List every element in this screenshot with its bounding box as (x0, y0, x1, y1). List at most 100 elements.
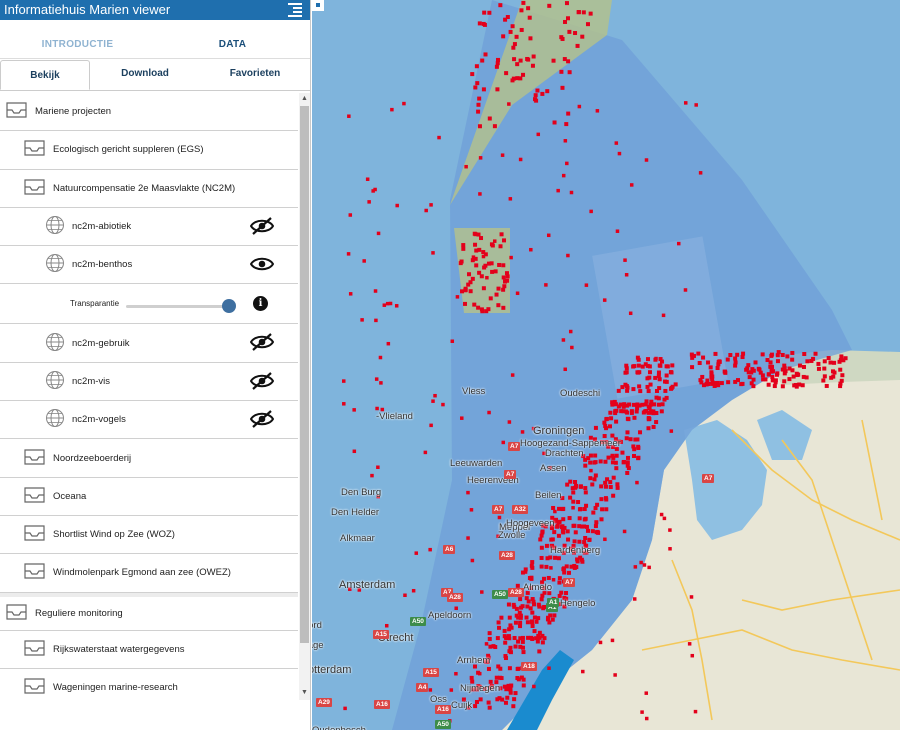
data-point (477, 21, 482, 26)
main-tabs: INTRODUCTIE DATA (0, 20, 310, 59)
data-point (747, 375, 752, 380)
map-place-label: Cuijk (451, 700, 473, 711)
data-point (581, 524, 586, 529)
layer-item[interactable]: nc2m-vogels (0, 401, 298, 440)
map-place-label: Oudeschi (560, 388, 601, 399)
folder-item[interactable]: Ecologisch gericht suppleren (EGS) (0, 131, 298, 170)
data-point (529, 247, 533, 252)
map-view[interactable]: Leeuwarden Groningen Hoogezand-Sappemeer As… (312, 0, 900, 730)
data-point (694, 103, 698, 107)
data-point (637, 384, 642, 389)
data-point (585, 22, 590, 27)
data-point (550, 617, 555, 622)
data-point (564, 1, 569, 6)
map-canvas[interactable] (312, 0, 900, 730)
data-point (552, 530, 557, 535)
scroll-up-icon[interactable]: ▲ (301, 95, 308, 103)
data-point (579, 557, 584, 562)
layer-label: Shortlist Wind op Zee (WOZ) (53, 529, 175, 541)
data-point (599, 517, 604, 522)
layer-item[interactable]: nc2m-benthos (0, 246, 298, 285)
folder-item[interactable]: Rijkswaterstaat watergegevens (0, 630, 298, 670)
transparency-slider-handle[interactable] (221, 299, 236, 314)
tab-introductie[interactable]: INTRODUCTIE (0, 20, 155, 58)
folder-item[interactable]: Windmolenpark Egmond aan zee (OWEZ) (0, 554, 298, 593)
data-point (513, 691, 518, 696)
folder-item[interactable]: Noordzeeboerderij (0, 439, 298, 478)
map-place-label: Groningen (533, 425, 585, 437)
data-point (669, 429, 674, 433)
road-shield: A29 (316, 698, 332, 707)
data-point (766, 382, 771, 387)
panel-collapse-icon[interactable] (288, 3, 302, 17)
scroll-thumb[interactable] (300, 106, 309, 643)
data-point (513, 620, 518, 625)
transparency-slider-track[interactable] (126, 305, 234, 309)
data-point (612, 399, 617, 404)
layer-tree-scrollbar[interactable]: ▲ ▼ (299, 93, 310, 700)
eye-off-icon[interactable] (249, 371, 275, 390)
data-point (828, 360, 833, 365)
data-point (651, 424, 656, 429)
data-point (564, 122, 569, 127)
layer-label: nc2m-abiotiek (72, 221, 132, 233)
folder-item[interactable]: Shortlist Wind op Zee (WOZ) (0, 515, 298, 555)
data-point (653, 375, 658, 380)
scroll-down-icon[interactable]: ▼ (301, 689, 308, 697)
eye-off-icon[interactable] (249, 217, 275, 235)
folder-item[interactable]: Oceana (0, 477, 298, 516)
map-place-label: Den Helder (331, 507, 380, 518)
map-panel-toggle[interactable] (312, 0, 324, 11)
data-point (502, 634, 507, 639)
eye-off-icon[interactable] (249, 333, 275, 352)
folder-item[interactable]: Mariene projecten (0, 93, 298, 132)
data-point (500, 153, 505, 157)
map-place-label: Amsterdam (339, 579, 396, 591)
data-point (572, 539, 577, 544)
folder-item[interactable]: Natuurcompensatie 2e Maasvlakte (NC2M) (0, 169, 298, 208)
data-point (631, 387, 636, 392)
data-point (496, 286, 501, 291)
data-point (638, 430, 643, 435)
data-point (492, 239, 497, 243)
info-icon[interactable]: i (253, 296, 268, 312)
data-point (512, 42, 517, 47)
data-point (474, 699, 479, 704)
layer-item[interactable]: nc2m-gebruik (0, 324, 298, 363)
data-point (566, 59, 571, 64)
tab-favorieten[interactable]: Favorieten (200, 59, 310, 90)
map-place-label: Nijmegen (460, 683, 501, 694)
data-point (657, 386, 662, 391)
data-point (497, 625, 502, 630)
data-point (616, 388, 621, 393)
data-point (577, 507, 582, 512)
data-point (517, 610, 522, 615)
data-point (503, 654, 508, 659)
folder-item[interactable]: Reguliere monitoring (0, 592, 298, 631)
data-point (502, 284, 507, 289)
data-point (518, 620, 523, 625)
layer-item[interactable]: nc2m-vis (0, 362, 298, 402)
eye-off-icon[interactable] (249, 410, 275, 428)
data-point (628, 437, 633, 442)
data-point (596, 530, 601, 535)
tab-download[interactable]: Download (90, 59, 200, 90)
eye-icon[interactable] (249, 255, 275, 273)
data-point (576, 500, 581, 505)
folder-tray-icon (23, 178, 46, 199)
data-point (623, 409, 628, 414)
data-point (645, 376, 650, 381)
folder-tray-icon (23, 448, 46, 469)
data-point (813, 351, 818, 356)
data-point (642, 563, 647, 567)
data-point (521, 683, 526, 688)
folder-item[interactable]: Wageningen marine-research (0, 669, 298, 700)
data-point (614, 141, 619, 145)
data-point (593, 425, 598, 430)
tab-bekijk[interactable]: Bekijk (0, 60, 90, 90)
data-point (488, 296, 493, 301)
layer-item[interactable]: nc2m-abiotiek (0, 207, 298, 247)
data-point (506, 634, 511, 639)
data-point (540, 529, 545, 534)
tab-data[interactable]: DATA (155, 20, 310, 58)
